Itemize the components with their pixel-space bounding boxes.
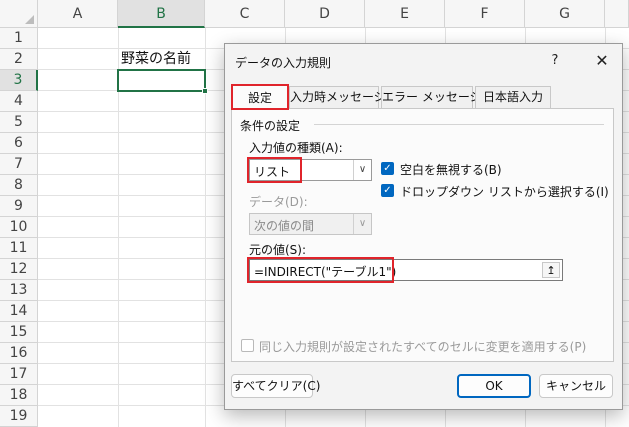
column-header-e[interactable]: E [365, 0, 445, 28]
row-header-9[interactable]: 9 [0, 196, 38, 217]
select-all-triangle-icon [25, 15, 34, 24]
ok-button[interactable]: OK [457, 374, 531, 398]
criteria-group-label: 条件の設定 [240, 119, 301, 133]
in-cell-dropdown-label[interactable]: ドロップダウン リストから選択する(I) [400, 183, 609, 200]
column-header-g[interactable]: G [525, 0, 605, 28]
dialog-title: データの入力規則 [235, 56, 332, 70]
row-header-3[interactable]: 3 [0, 70, 38, 91]
column-header-f[interactable]: F [445, 0, 525, 28]
row-header-17[interactable]: 17 [0, 364, 38, 385]
source-input[interactable]: =INDIRECT("テーブル1") ↥ [249, 259, 563, 281]
row-header-19[interactable]: 19 [0, 406, 38, 427]
data-validation-dialog: データの入力規則 ? ✕ 設定 入力時メッセージ エラー メッセージ 日本語入力… [224, 43, 623, 410]
row-header-6[interactable]: 6 [0, 133, 38, 154]
group-divider [314, 124, 604, 125]
row-header-4[interactable]: 4 [0, 91, 38, 112]
chevron-down-icon: ∨ [353, 214, 371, 234]
close-icon[interactable]: ✕ [589, 50, 615, 72]
row-header-12[interactable]: 12 [0, 259, 38, 280]
source-value[interactable]: =INDIRECT("テーブル1") [254, 263, 396, 280]
row-header-16[interactable]: 16 [0, 343, 38, 364]
row-header-10[interactable]: 10 [0, 217, 38, 238]
row-header-13[interactable]: 13 [0, 280, 38, 301]
row-header-5[interactable]: 5 [0, 112, 38, 133]
data-value: 次の値の間 [254, 219, 315, 233]
tab-settings[interactable]: 設定 [231, 84, 289, 110]
allow-combobox[interactable]: リスト ∨ [249, 159, 372, 181]
source-label: 元の値(S): [249, 243, 307, 257]
row-header-11[interactable]: 11 [0, 238, 38, 259]
column-header-h[interactable] [605, 0, 629, 28]
fill-handle[interactable] [202, 88, 208, 94]
data-combobox: 次の値の間 ∨ [249, 213, 372, 235]
row-header-1[interactable]: 1 [0, 28, 38, 49]
ignore-blank-checkbox[interactable]: ✓ [381, 162, 394, 175]
tab-input-message[interactable]: 入力時メッセージ [289, 86, 386, 108]
column-header-d[interactable]: D [285, 0, 365, 28]
row-header-8[interactable]: 8 [0, 175, 38, 196]
row-header-18[interactable]: 18 [0, 385, 38, 406]
help-icon[interactable]: ? [543, 50, 567, 72]
cell-b2[interactable]: 野菜の名前 [121, 49, 191, 70]
row-header-15[interactable]: 15 [0, 322, 38, 343]
column-header-a[interactable]: A [38, 0, 118, 28]
clear-all-button[interactable]: すべてクリア(C) [231, 374, 320, 398]
ignore-blank-label[interactable]: 空白を無視する(B) [400, 161, 502, 178]
allow-label: 入力値の種類(A): [249, 141, 343, 155]
apply-all-checkbox [241, 339, 254, 352]
allow-value: リスト [254, 165, 291, 179]
row-header-7[interactable]: 7 [0, 154, 38, 175]
data-label: データ(D): [249, 195, 308, 209]
column-header-c[interactable]: C [205, 0, 285, 28]
collapse-dialog-icon[interactable]: ↥ [542, 262, 560, 278]
chevron-down-icon[interactable]: ∨ [353, 160, 371, 180]
active-cell-b3[interactable] [117, 69, 206, 92]
tab-ime-mode[interactable]: 日本語入力 [475, 86, 551, 108]
column-header-b[interactable]: B [118, 0, 205, 28]
select-all-corner[interactable] [0, 0, 38, 28]
settings-panel: 条件の設定 入力値の種類(A): リスト ∨ ✓ 空白を無視する(B) ✓ ドロ… [231, 108, 614, 362]
row-header-2[interactable]: 2 [0, 49, 38, 70]
cancel-button[interactable]: キャンセル [539, 374, 613, 398]
in-cell-dropdown-checkbox[interactable]: ✓ [381, 184, 394, 197]
row-header-14[interactable]: 14 [0, 301, 38, 322]
tab-error-message[interactable]: エラー メッセージ [381, 86, 482, 108]
apply-all-label: 同じ入力規則が設定されたすべてのセルに変更を適用する(P) [259, 340, 587, 354]
